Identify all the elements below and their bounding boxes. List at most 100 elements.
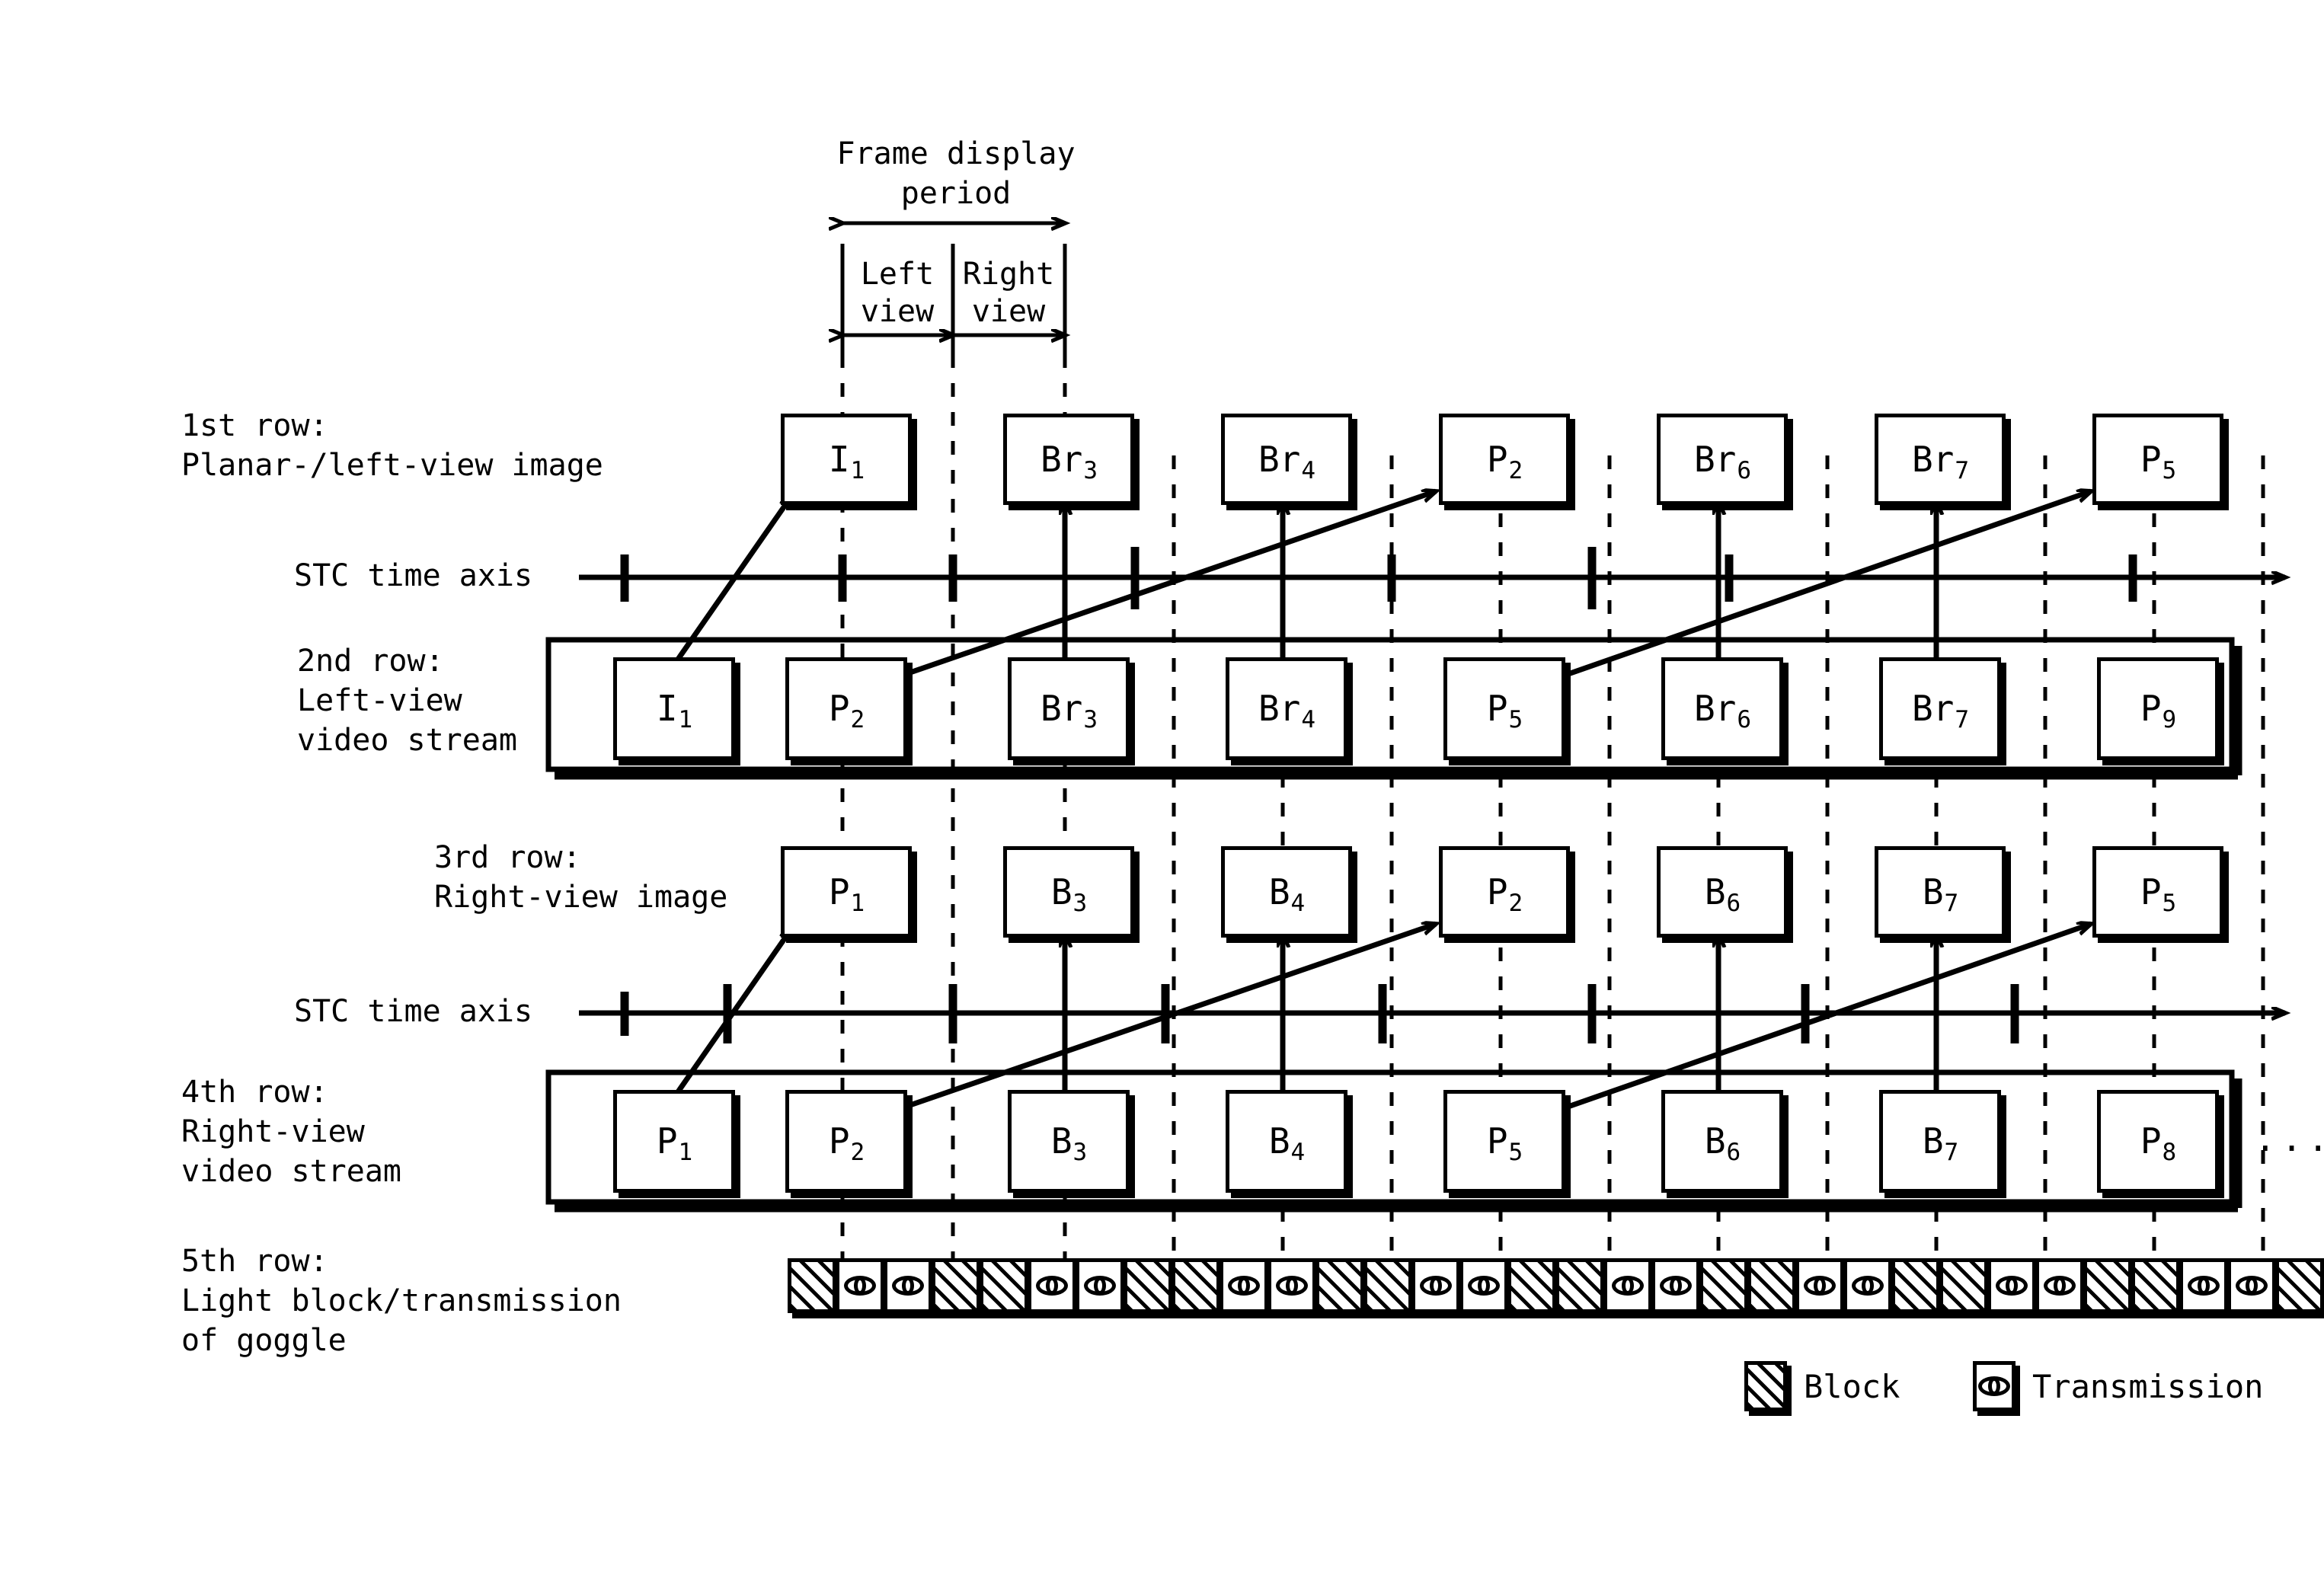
goggle-transmission-cell <box>1220 1258 1268 1313</box>
frame-label: Br3 <box>1040 688 1098 733</box>
stc-time-axis-bottom <box>579 984 2285 1043</box>
row4-frame: P1 <box>613 1089 735 1193</box>
frame-label: B6 <box>1704 1120 1741 1166</box>
goggle-transmission-cell <box>1459 1258 1508 1313</box>
row1-frame: Br7 <box>1875 414 2006 505</box>
eye-icon <box>1084 1276 1116 1296</box>
row1-frame: P2 <box>1439 414 1570 505</box>
goggle-block-cell <box>1555 1258 1604 1313</box>
stream-continuation-ellipsis: ... <box>2255 1118 2324 1159</box>
eye-icon <box>1228 1276 1260 1296</box>
frame-label: P2 <box>1486 871 1523 917</box>
frame-label: P5 <box>2140 439 2177 484</box>
goggle-transmission-cell <box>1411 1258 1460 1313</box>
frame-label: B7 <box>1922 1120 1959 1166</box>
goggle-transmission-cell <box>836 1258 884 1313</box>
frame-label: Br3 <box>1040 439 1098 484</box>
goggle-block-cell <box>1363 1258 1412 1313</box>
stc-axis-label-bottom: STC time axis <box>294 994 533 1029</box>
frame-label: P1 <box>828 871 865 917</box>
frame-label: P5 <box>1486 1120 1523 1166</box>
transmission-swatch-icon <box>1973 1361 2016 1411</box>
row3-frame: P5 <box>2092 846 2223 938</box>
eye-icon <box>1978 1376 2010 1396</box>
row2-frame: Br4 <box>1226 657 1347 760</box>
goggle-transmission-cell <box>2227 1258 2276 1313</box>
eye-icon <box>1660 1276 1692 1296</box>
goggle-block-cell <box>1699 1258 1748 1313</box>
row1-frame: P5 <box>2092 414 2223 505</box>
eye-icon <box>2236 1276 2268 1296</box>
legend-transmission: Transmission <box>1973 1361 2263 1411</box>
frame-label: Br4 <box>1258 688 1316 733</box>
row1-frame: Br3 <box>1003 414 1134 505</box>
stc-axis-label-top: STC time axis <box>294 558 533 593</box>
frame-label: Br6 <box>1693 439 1752 484</box>
frame-label: Br6 <box>1693 688 1752 733</box>
goggle-transmission-cell <box>2179 1258 2228 1313</box>
frame-label: B4 <box>1268 1120 1306 1166</box>
diagram-canvas: Frame display period Left view Right view 1… <box>0 0 2324 1569</box>
eye-icon <box>1612 1276 1644 1296</box>
eye-icon <box>1468 1276 1500 1296</box>
goggle-block-cell <box>1124 1258 1172 1313</box>
goggle-transmission-cell <box>1843 1258 1892 1313</box>
eye-icon <box>892 1276 924 1296</box>
goggle-transmission-cell <box>1795 1258 1844 1313</box>
goggle-transmission-cell <box>1028 1258 1076 1313</box>
frame-label: P1 <box>656 1120 693 1166</box>
eye-icon <box>1420 1276 1452 1296</box>
frame-label: Br7 <box>1911 688 1970 733</box>
frame-label: P5 <box>2140 871 2177 917</box>
frame-label: P2 <box>828 1120 865 1166</box>
row1-frame: Br6 <box>1657 414 1788 505</box>
block-swatch-icon <box>1744 1361 1787 1411</box>
stc-time-axis-top <box>579 547 2285 609</box>
row4-frame: B3 <box>1008 1089 1130 1193</box>
row1-frame: I1 <box>781 414 912 505</box>
row3-label: 3rd row: Right-view image <box>434 840 728 915</box>
goggle-transmission-cell <box>1987 1258 2036 1313</box>
legend-block: Block <box>1744 1361 1900 1411</box>
row4-frame: B7 <box>1879 1089 2001 1193</box>
row2-frame: Br3 <box>1008 657 1130 760</box>
frame-label: I1 <box>828 439 865 484</box>
goggle-block-cell <box>1747 1258 1796 1313</box>
goggle-block-cell <box>1507 1258 1556 1313</box>
eye-icon <box>1036 1276 1068 1296</box>
row1-frame: Br4 <box>1221 414 1352 505</box>
frame-label: P9 <box>2140 688 2177 733</box>
frame-label: B3 <box>1050 871 1088 917</box>
goggle-block-cell <box>1891 1258 1940 1313</box>
row2-frame: P2 <box>785 657 907 760</box>
row5-label: 5th row: Light block/transmission of goggl… <box>181 1244 622 1358</box>
row2-label: 2nd row: Left-view video stream <box>297 644 517 758</box>
frame-display-period-label: Frame display period <box>836 136 1076 211</box>
row2-frame: P9 <box>2097 657 2219 760</box>
row4-frame: P2 <box>785 1089 907 1193</box>
frame-label: I1 <box>656 688 693 733</box>
goggle-block-cell <box>2275 1258 2324 1313</box>
goggle-transmission-cell <box>1603 1258 1652 1313</box>
eye-icon <box>844 1276 876 1296</box>
legend-transmission-label: Transmission <box>2032 1367 2264 1405</box>
goggle-transmission-cell <box>1267 1258 1316 1313</box>
frame-label: P2 <box>1486 439 1523 484</box>
eye-icon <box>1852 1276 1884 1296</box>
row4-label: 4th row: Right-view video stream <box>181 1075 401 1189</box>
row3-frame: B3 <box>1003 846 1134 938</box>
row2-frame: P5 <box>1443 657 1565 760</box>
frame-label: P8 <box>2140 1120 2177 1166</box>
row3-frame: P2 <box>1439 846 1570 938</box>
goggle-transmission-cell <box>1076 1258 1124 1313</box>
eye-icon <box>2188 1276 2220 1296</box>
row4-frame: B4 <box>1226 1089 1347 1193</box>
row4-frame: P8 <box>2097 1089 2219 1193</box>
eye-icon <box>1996 1276 2028 1296</box>
goggle-transmission-cell <box>1651 1258 1700 1313</box>
row1-label: 1st row: Planar-/left-view image <box>181 408 603 483</box>
frame-label: B6 <box>1704 871 1741 917</box>
left-view-label: Left view <box>860 257 935 329</box>
frame-label: Br4 <box>1258 439 1316 484</box>
goggle-block-cell <box>2131 1258 2180 1313</box>
